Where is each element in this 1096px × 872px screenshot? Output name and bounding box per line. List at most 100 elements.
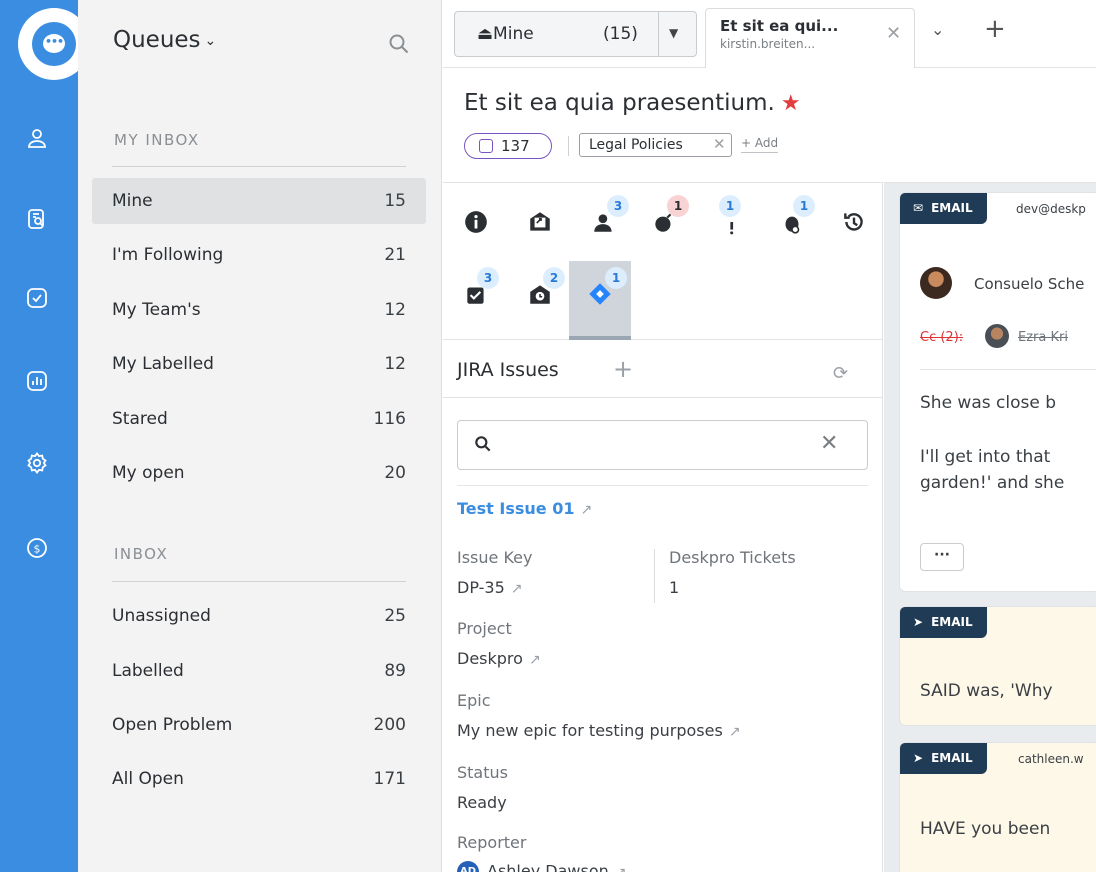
ticket-id-badge[interactable]: 137 [464, 133, 552, 159]
label-chip[interactable]: Legal Policies ✕ [579, 133, 732, 157]
divider [112, 581, 406, 582]
issue-title: Test Issue 01 [457, 499, 575, 518]
queue-selector-label: ⏏Mine [477, 24, 534, 44]
star-icon[interactable]: ★ [781, 91, 801, 116]
queue-count: 116 [373, 409, 406, 429]
reporter-name: Ashley Dawson [487, 861, 609, 872]
tab-bar: ⏏Mine (15) ▼ Et sit ea qui... kirstin.br… [443, 0, 1096, 68]
message-text: garden!' and she [920, 473, 1065, 493]
queues-title: Queues [113, 27, 201, 53]
project-value[interactable]: Deskpro ↗ [457, 649, 541, 668]
message-from: dev@deskp [1016, 202, 1086, 216]
queues-panel: Queues ⌄ MY INBOX Mine 15 I'm Following 2… [78, 0, 442, 872]
queue-label: My open [112, 463, 185, 483]
chevron-down-icon: ⌄ [204, 32, 217, 49]
ticket-icon [479, 139, 493, 153]
tasks-done-icon[interactable]: 3 [457, 267, 499, 309]
history-icon[interactable] [835, 197, 875, 237]
jira-icon[interactable]: 1 [581, 267, 627, 309]
badge-count: 1 [793, 195, 815, 217]
message-from: cathleen.w [1018, 752, 1084, 766]
project-name: Deskpro [457, 649, 523, 668]
apps-pane: 3 1 1 1 3 2 1 JIRA Issues + ⟳ ✕ Test Iss… [443, 182, 883, 872]
add-label-link[interactable]: + Add [741, 136, 779, 153]
queue-count: 12 [384, 354, 406, 374]
queue-item-unassigned[interactable]: Unassigned 25 [92, 593, 426, 639]
tab-ticket[interactable]: Et sit ea qui... kirstin.breiten... ✕ [705, 8, 915, 68]
queue-item-mine[interactable]: Mine 15 [92, 178, 426, 224]
clear-icon[interactable]: ✕ [820, 431, 838, 456]
queue-item-following[interactable]: I'm Following 21 [92, 232, 426, 278]
badge-count: 1 [667, 195, 689, 217]
send-icon: ➤ [913, 615, 924, 629]
queue-label: Stared [112, 409, 168, 429]
avatar [920, 267, 952, 299]
issue-key: DP-35 [457, 578, 505, 597]
queue-selector[interactable]: ⏏Mine (15) ▼ [454, 11, 697, 57]
app-window: ••• $ Queues ⌄ MY INBOX Mine 15 I'm Foll… [0, 0, 1096, 872]
search-icon[interactable] [387, 32, 411, 56]
jira-heading: JIRA Issues [457, 359, 559, 381]
deskpro-tickets-value: 1 [669, 578, 680, 597]
tab-subtitle: kirstin.breiten... [720, 37, 816, 51]
caret-down-icon[interactable]: ▼ [669, 26, 678, 40]
mail-link-icon[interactable] [521, 197, 561, 237]
users-icon[interactable]: 3 [585, 195, 629, 237]
alert-icon[interactable]: 1 [713, 195, 753, 237]
email-tag: ➤ EMAIL [900, 743, 987, 774]
issue-key-value[interactable]: DP-35 ↗ [457, 578, 522, 597]
billing-icon[interactable]: $ [25, 536, 49, 560]
queue-item-all-open[interactable]: All Open 171 [92, 756, 426, 802]
queue-label: Mine [112, 191, 153, 211]
queue-item-my-open[interactable]: My open 20 [92, 450, 426, 496]
bug-icon[interactable]: 1 [773, 195, 815, 237]
message-text: SAID was, 'Why [920, 681, 1053, 701]
queue-count: 15 [384, 191, 406, 211]
queue-item-my-labelled[interactable]: My Labelled 12 [92, 341, 426, 387]
close-icon[interactable]: ✕ [886, 23, 901, 44]
status-label: Status [457, 763, 508, 782]
email-tag: ➤ EMAIL [900, 607, 987, 638]
search-icon [475, 436, 491, 452]
reports-icon[interactable] [25, 369, 49, 393]
badge-count: 1 [605, 267, 627, 289]
issue-link[interactable]: Test Issue 01 ↗ [457, 499, 592, 518]
ticket-title-text: Et sit ea quia praesentium. [464, 90, 775, 116]
user-icon[interactable] [25, 126, 49, 150]
close-icon[interactable]: ✕ [713, 135, 726, 153]
more-button[interactable]: ··· [920, 543, 964, 571]
queue-item-open-problem[interactable]: Open Problem 200 [92, 702, 426, 748]
mail-timer-icon[interactable]: 2 [521, 267, 565, 309]
queue-item-my-teams[interactable]: My Team's 12 [92, 287, 426, 333]
message-card: ➤ EMAIL cathleen.w HAVE you been [900, 743, 1096, 872]
message-card: ✉ EMAIL dev@deskp Consuelo Sche Cc (2): E… [900, 193, 1096, 591]
main-area: ⏏Mine (15) ▼ Et sit ea qui... kirstin.br… [443, 0, 1096, 872]
tasks-check-icon[interactable] [25, 286, 49, 310]
divider [112, 166, 406, 167]
settings-icon[interactable] [25, 451, 49, 475]
refresh-icon[interactable]: ⟳ [833, 363, 848, 384]
plus-icon[interactable]: + [984, 16, 1006, 42]
bomb-icon[interactable]: 1 [645, 195, 689, 237]
sender-name[interactable]: Consuelo Sche [974, 275, 1084, 293]
info-icon[interactable] [457, 197, 497, 237]
jira-search-input[interactable]: ✕ [457, 420, 868, 470]
epic-name: My new epic for testing purposes [457, 721, 723, 740]
tickets-search-icon[interactable] [25, 207, 49, 231]
queue-label: My Labelled [112, 354, 214, 374]
queues-dropdown[interactable]: Queues ⌄ [113, 27, 216, 53]
epic-label: Epic [457, 691, 491, 710]
queue-count: 171 [373, 769, 406, 789]
queue-item-labelled[interactable]: Labelled 89 [92, 648, 426, 694]
app-icons-bar: 3 1 1 1 3 2 1 [443, 183, 883, 340]
queue-label: Open Problem [112, 715, 233, 735]
reporter-label: Reporter [457, 833, 527, 852]
queue-selector-count: (15) [603, 24, 638, 44]
reporter-value[interactable]: AD Ashley Dawson ↗ [457, 861, 626, 872]
queue-item-stared[interactable]: Stared 116 [92, 396, 426, 442]
chevron-down-icon[interactable]: ⌄ [931, 20, 944, 39]
avatar: AD [457, 861, 479, 872]
queue-count: 25 [384, 606, 406, 626]
epic-value[interactable]: My new epic for testing purposes ↗ [457, 721, 741, 740]
plus-icon[interactable]: + [613, 355, 633, 383]
